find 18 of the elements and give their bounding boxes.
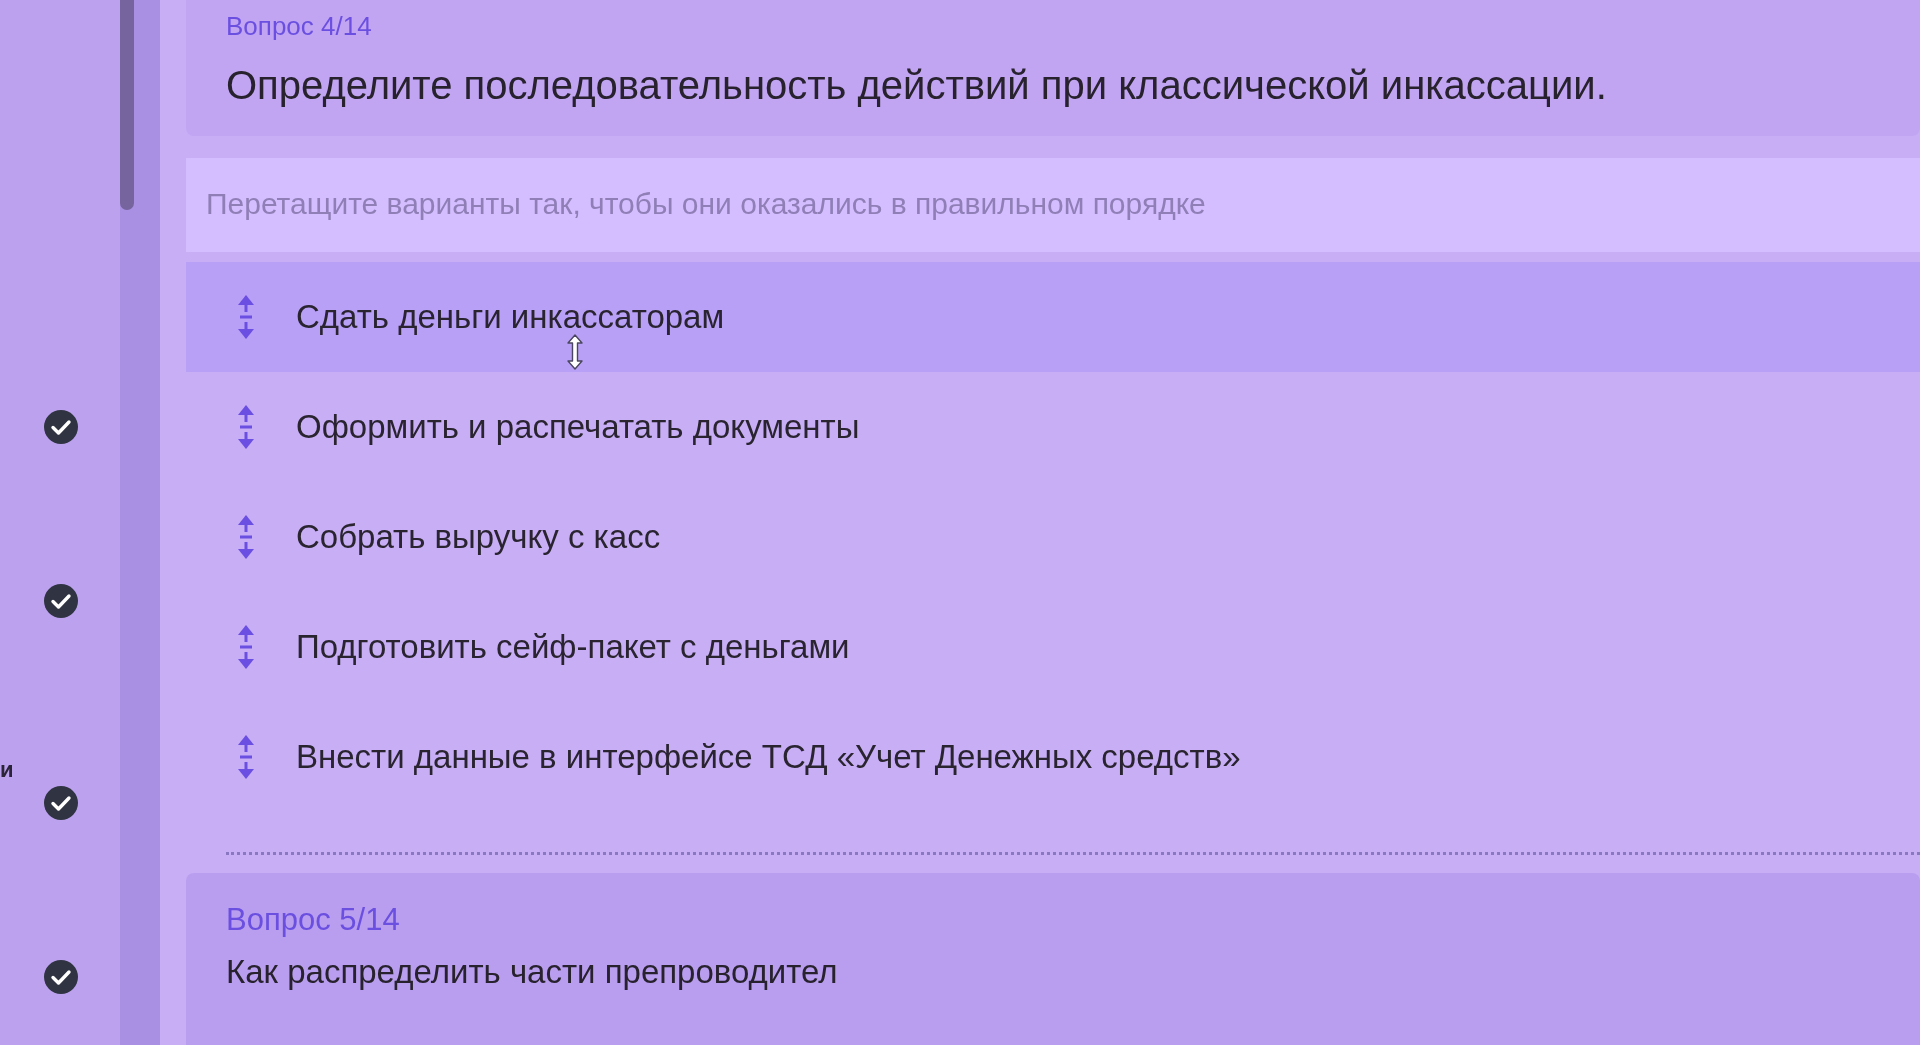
drag-handle-icon[interactable] (236, 735, 256, 779)
question-title: Определите последовательность действий при классической инкассации. (226, 62, 1608, 109)
drag-handle-icon[interactable] (236, 405, 256, 449)
draggable-option[interactable]: Оформить и распечатать документы (186, 372, 1920, 482)
draggable-option[interactable]: Внести данные в интерфейсе ТСД «Учет Денежных средств» (186, 702, 1920, 812)
cut-label: и (0, 758, 14, 782)
draggable-option[interactable]: Подготовить сейф-пакет с деньгами (186, 592, 1920, 702)
draggable-option[interactable]: Собрать выручку с касс (186, 482, 1920, 592)
question-counter: Вопрос 4/14 (226, 10, 373, 42)
question-title: Как распределить части препроводител (226, 952, 839, 992)
scrollbar-thumb[interactable] (120, 0, 134, 210)
draggable-option[interactable]: Сдать деньги инкассаторам (186, 262, 1920, 372)
drag-handle-icon[interactable] (236, 295, 256, 339)
drag-handle-icon[interactable] (236, 515, 256, 559)
drag-handle-icon[interactable] (236, 625, 256, 669)
resize-cursor-icon (566, 334, 584, 370)
instruction-text: Перетащите варианты так, чтобы они оказались в правильном порядке (206, 187, 1206, 220)
question-counter: Вопрос 5/14 (226, 901, 401, 939)
